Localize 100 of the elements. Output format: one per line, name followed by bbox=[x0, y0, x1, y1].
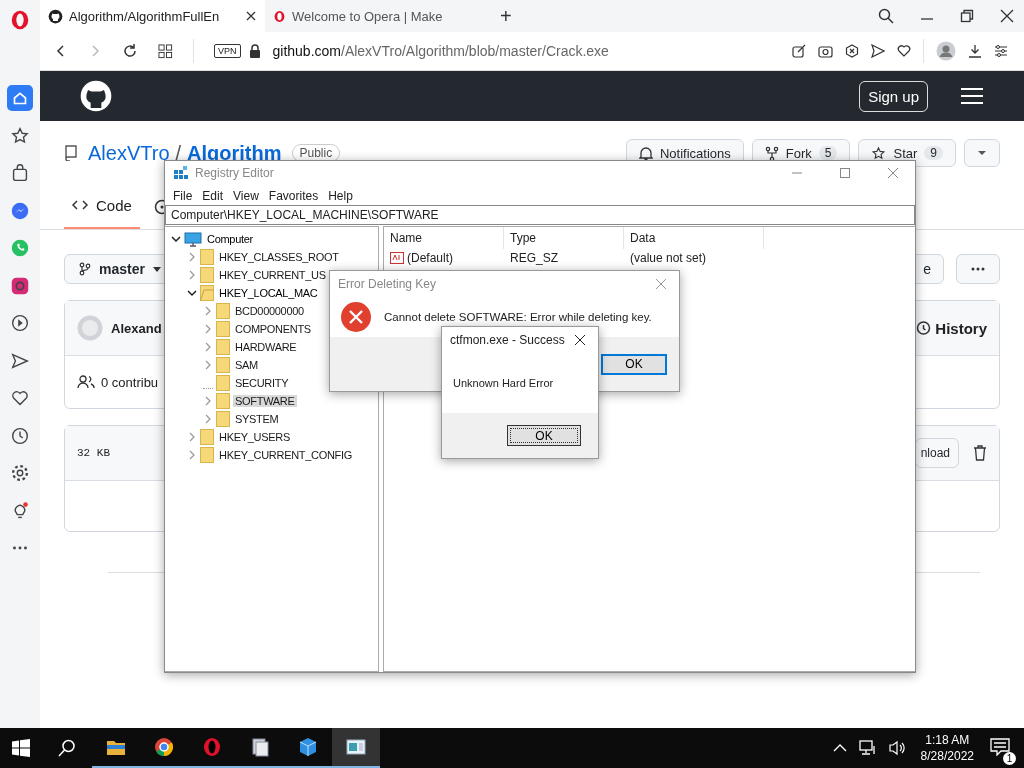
new-tab-button[interactable]: + bbox=[490, 4, 522, 28]
tree-item[interactable]: HARDWARE bbox=[233, 341, 299, 353]
chevron-right-icon[interactable] bbox=[187, 270, 197, 280]
url-field[interactable]: github.com/AlexVTro/Algorithm/blob/master/Crack.exe bbox=[272, 43, 609, 59]
notification-count: 1 bbox=[1003, 751, 1016, 765]
window-title: Registry Editor bbox=[195, 166, 274, 180]
edit-icon[interactable] bbox=[792, 44, 806, 58]
owner-link[interactable]: AlexVTro bbox=[88, 141, 170, 165]
home-icon[interactable] bbox=[7, 85, 33, 111]
chevron-right-icon[interactable] bbox=[203, 324, 213, 334]
dialog-title: Error Deleting Key bbox=[338, 277, 437, 291]
camera-icon[interactable] bbox=[818, 44, 833, 58]
tree-item[interactable]: SAM bbox=[233, 359, 260, 371]
computer-icon bbox=[184, 231, 202, 247]
tree-item[interactable]: SECURITY bbox=[233, 377, 291, 389]
ok-button[interactable]: OK bbox=[507, 425, 581, 446]
string-value-icon bbox=[390, 252, 404, 264]
caret-icon bbox=[152, 266, 161, 272]
menu-icon[interactable] bbox=[960, 86, 984, 106]
sign-up-button[interactable]: Sign up bbox=[859, 80, 928, 112]
vpn-badge[interactable]: VPN bbox=[214, 44, 241, 58]
restore-icon[interactable] bbox=[960, 9, 974, 23]
chevron-down-icon[interactable] bbox=[171, 234, 181, 244]
download-icon[interactable] bbox=[968, 44, 982, 58]
fork-icon bbox=[764, 145, 779, 161]
address-field[interactable]: Computer\HKEY_LOCAL_MACHINE\SOFTWARE bbox=[165, 205, 915, 225]
github-logo-icon[interactable] bbox=[80, 80, 112, 112]
registry-editor-icon bbox=[173, 165, 189, 181]
chevron-up-icon[interactable] bbox=[832, 743, 847, 753]
history-link[interactable]: History bbox=[915, 319, 987, 337]
tree-item[interactable]: HKEY_CLASSES_ROOT bbox=[217, 251, 341, 263]
column-header[interactable]: Name bbox=[384, 227, 504, 249]
heart-icon[interactable] bbox=[897, 44, 911, 58]
ok-button[interactable]: OK bbox=[601, 353, 667, 375]
bell-icon bbox=[638, 145, 653, 161]
branch-name: master bbox=[99, 261, 145, 277]
github-logo-icon bbox=[48, 8, 63, 24]
windows-start-icon[interactable] bbox=[12, 739, 30, 757]
contributors-text[interactable]: 0 contribu bbox=[101, 374, 159, 390]
tree-item[interactable]: BCD00000000 bbox=[233, 305, 306, 317]
clock-time[interactable]: 1:18 AM bbox=[925, 732, 970, 748]
tree-item[interactable]: SOFTWARE bbox=[233, 395, 297, 407]
action-count: 9 bbox=[924, 146, 943, 160]
close-icon[interactable] bbox=[1000, 9, 1014, 23]
tree-item[interactable]: SYSTEM bbox=[233, 413, 281, 425]
chevron-right-icon[interactable] bbox=[203, 360, 213, 370]
menu-item[interactable]: File bbox=[168, 189, 198, 203]
tree-item[interactable]: Computer bbox=[205, 233, 255, 245]
chevron-right-icon[interactable] bbox=[187, 252, 197, 262]
browser-tab[interactable]: Algorithm/AlgorithmFullEn bbox=[40, 0, 265, 32]
search-icon[interactable] bbox=[58, 739, 76, 757]
chevron-right-icon[interactable] bbox=[187, 432, 197, 442]
profile-icon[interactable] bbox=[936, 41, 956, 61]
block-icon[interactable] bbox=[845, 44, 859, 58]
regedit-icon[interactable] bbox=[332, 728, 380, 768]
chevron-right-icon[interactable] bbox=[203, 342, 213, 352]
menu-item[interactable]: Edit bbox=[197, 189, 229, 203]
menu-item[interactable]: View bbox=[228, 189, 264, 203]
column-header[interactable]: Data bbox=[624, 227, 764, 249]
error-message: Cannot delete SOFTWARE: Error while deleting key. bbox=[384, 311, 652, 323]
tree-item[interactable]: HKEY_CURRENT_US bbox=[217, 269, 328, 281]
chevron-right-icon[interactable] bbox=[203, 306, 213, 316]
star-icon bbox=[871, 145, 887, 161]
history-icon bbox=[915, 320, 932, 336]
menu-item[interactable]: Favorites bbox=[263, 189, 324, 203]
reload-icon[interactable] bbox=[122, 43, 138, 59]
volume-icon[interactable] bbox=[888, 740, 907, 756]
star-dropdown-button[interactable] bbox=[964, 139, 1000, 167]
maximize-icon[interactable] bbox=[839, 167, 851, 179]
clock-date[interactable]: 8/28/2022 bbox=[920, 748, 974, 764]
browser-tab[interactable]: Welcome to Opera | Make bbox=[265, 0, 490, 32]
settings-icon[interactable] bbox=[994, 44, 1008, 58]
column-header[interactable]: Type bbox=[504, 227, 624, 249]
notifications-icon[interactable] bbox=[990, 737, 1010, 756]
action-label: Star bbox=[893, 145, 918, 161]
download-button[interactable]: nload bbox=[915, 438, 959, 468]
close-icon[interactable] bbox=[245, 10, 257, 22]
send-icon[interactable] bbox=[871, 44, 885, 58]
chevron-right-icon[interactable] bbox=[203, 396, 213, 406]
action-label: Notifications bbox=[659, 145, 731, 161]
network-icon[interactable] bbox=[858, 740, 877, 756]
search-icon[interactable] bbox=[878, 8, 894, 24]
chevron-right-icon[interactable] bbox=[187, 450, 197, 460]
opera-logo-icon[interactable] bbox=[9, 9, 31, 31]
close-icon[interactable] bbox=[574, 334, 586, 346]
chevron-right-icon[interactable] bbox=[203, 414, 213, 424]
tree-item[interactable]: COMPONENTS bbox=[233, 323, 313, 335]
value-name[interactable]: (Default) bbox=[407, 251, 453, 265]
caret-icon bbox=[977, 150, 987, 156]
commit-author[interactable]: Alexand bbox=[111, 320, 162, 336]
tree-item[interactable]: HKEY_LOCAL_MAC bbox=[217, 287, 320, 299]
people-icon bbox=[77, 375, 95, 389]
trash-icon[interactable] bbox=[973, 445, 987, 461]
chevron-down-icon[interactable] bbox=[187, 288, 197, 298]
tree-item[interactable]: HKEY_CURRENT_CONFIG bbox=[217, 449, 355, 461]
code-tab[interactable]: Code bbox=[64, 183, 140, 229]
avatar-icon bbox=[77, 315, 103, 341]
grid-icon[interactable] bbox=[158, 43, 173, 59]
tree-item[interactable]: HKEY_USERS bbox=[217, 431, 292, 443]
menu-item[interactable]: Help bbox=[323, 189, 358, 203]
